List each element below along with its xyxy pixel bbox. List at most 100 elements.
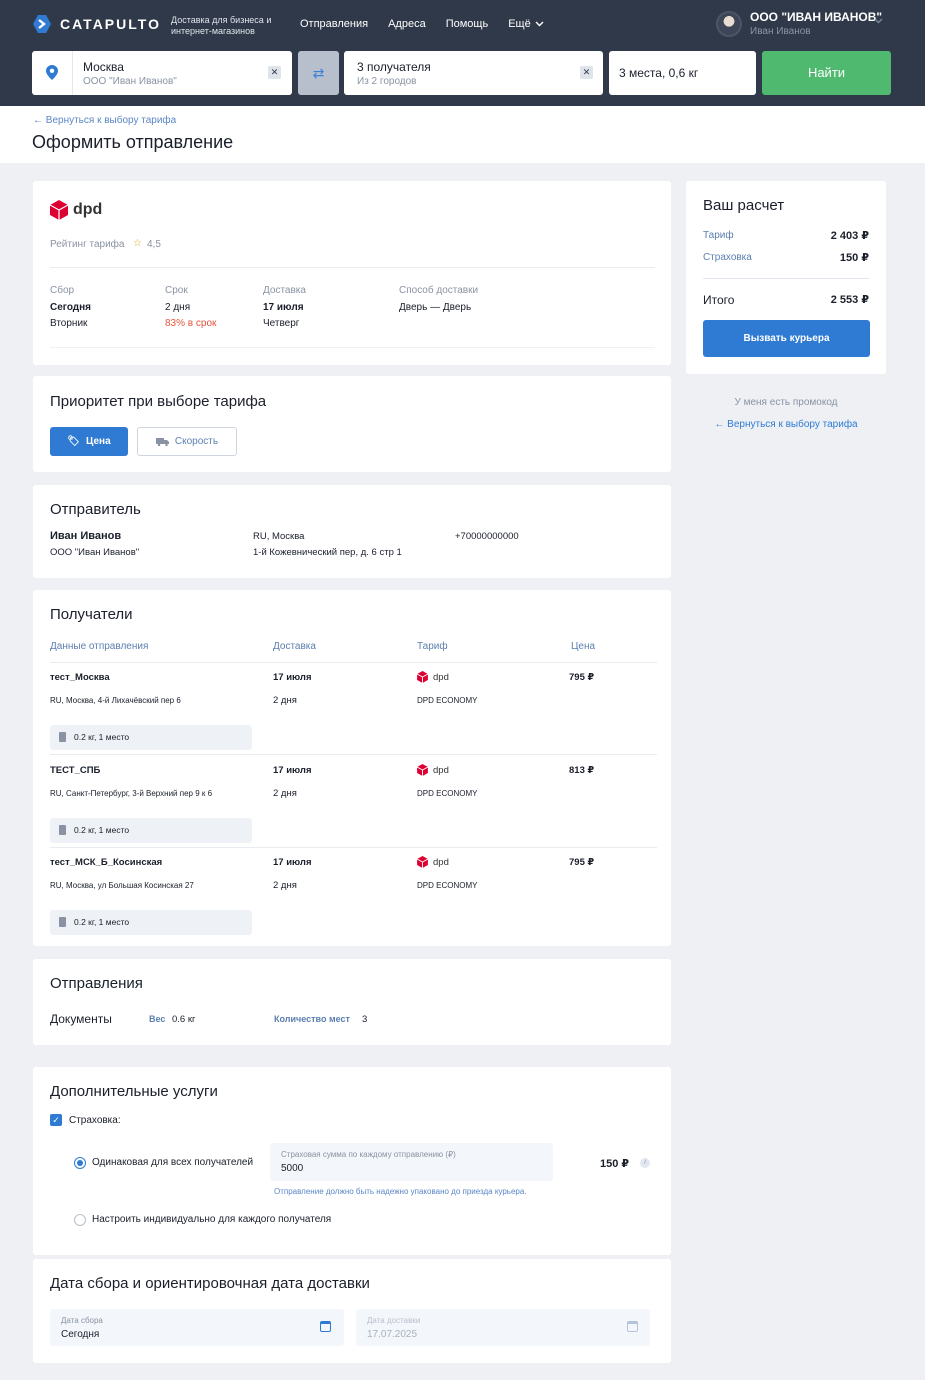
sender-address: 1-й Кожевнический пер, д. 6 стр 1	[253, 547, 402, 558]
pickup-date-field[interactable]: Дата сбора Сегодня	[50, 1309, 344, 1346]
cargo-field[interactable]: 3 места, 0,6 кг	[609, 51, 756, 95]
recipient-name: ТЕСТ_СПБ	[50, 765, 101, 776]
promo-link[interactable]: У меня есть промокод	[686, 397, 886, 408]
weight-value: 0.6 кг	[172, 1014, 196, 1025]
shipment-type: Документы	[50, 1012, 112, 1026]
col-delivery: Доставка	[273, 641, 316, 652]
page-title: Оформить отправление	[32, 132, 234, 152]
main-nav: Отправления Адреса Помощь Ещё	[300, 18, 544, 30]
calc-insurance-label: Страховка	[703, 252, 752, 263]
recipient-term: 2 дня	[273, 695, 297, 706]
priority-price-label: Цена	[86, 436, 111, 447]
term-value: 2 дня	[165, 302, 191, 313]
avatar	[716, 10, 742, 37]
priority-speed-button[interactable]: Скорость	[137, 427, 237, 456]
rating-value: 4,5	[147, 239, 161, 250]
dates-title: Дата сбора и ориентировочная дата достав…	[50, 1275, 370, 1292]
swap-button[interactable]: ⇄	[298, 51, 339, 95]
rating-label: Рейтинг тарифа	[50, 239, 125, 250]
dpd-text: dpd	[433, 856, 449, 868]
recipient-price: 795 ₽	[569, 672, 595, 683]
recipient-address: RU, Москва, ул Большая Косинская 27	[50, 881, 194, 890]
priority-card: Приоритет при выборе тарифа 🏷 Цена Скоро…	[33, 376, 671, 472]
package-badge: 0.2 кг, 1 место	[50, 910, 252, 935]
recipient-delivery: 17 июля	[273, 857, 312, 868]
nav-help[interactable]: Помощь	[446, 18, 489, 30]
dpd-logo: dpd	[417, 856, 449, 868]
clear-from-icon[interactable]: ✕	[268, 66, 281, 79]
delivery-day: Четверг	[263, 318, 300, 329]
recipient-term: 2 дня	[273, 788, 297, 799]
dpd-cube-icon	[417, 671, 428, 683]
dpd-cube-icon	[417, 764, 428, 776]
to-recipients: 3 получателя	[357, 60, 431, 74]
insurance-checkbox[interactable]: ✓	[50, 1114, 62, 1126]
insurance-individual-radio[interactable]	[74, 1214, 86, 1226]
divider	[50, 662, 657, 663]
package-info: 0.2 кг, 1 место	[74, 825, 130, 835]
delivery-label: Доставка	[263, 285, 306, 296]
recipient-term: 2 дня	[273, 880, 297, 891]
sender-title: Отправитель	[50, 501, 141, 518]
delivery-value: 17 июля	[263, 302, 304, 313]
document-icon	[59, 825, 66, 835]
from-company: ООО "Иван Иванов"	[83, 76, 177, 87]
services-title: Дополнительные услуги	[50, 1083, 218, 1100]
ontime-percent: 83% в срок	[165, 318, 217, 329]
recipients-title: Получатели	[50, 606, 133, 623]
from-field[interactable]: Москва ООО "Иван Иванов" ✕	[32, 51, 292, 95]
package-info: 0.2 кг, 1 место	[74, 732, 130, 742]
calc-tariff-value: 2 403 ₽	[830, 230, 869, 242]
pickup-day: Вторник	[50, 318, 88, 329]
dpd-text: dpd	[433, 764, 449, 776]
term-label: Срок	[165, 285, 188, 296]
recipient-name: тест_Москва	[50, 672, 110, 683]
top-bar: CATAPULTO Доставка для бизнеса и интерне…	[0, 0, 925, 106]
dpd-text: dpd	[73, 201, 103, 218]
pickup-date-value: Сегодня	[61, 1329, 100, 1340]
divider	[703, 278, 869, 279]
divider	[50, 847, 657, 848]
star-icon: ☆	[133, 238, 142, 249]
sender-card: Отправитель Иван Иванов ООО "Иван Иванов…	[33, 485, 671, 578]
arrow-left-icon: ←	[33, 115, 43, 126]
divider	[50, 347, 655, 348]
clear-to-icon[interactable]: ✕	[580, 66, 593, 79]
to-field[interactable]: 3 получателя Из 2 городов ✕	[344, 51, 603, 95]
pickup-label: Сбор	[50, 285, 75, 296]
recipient-address: RU, Москва, 4-й Лихачёвский пер 6	[50, 696, 181, 705]
dpd-logo: dpd	[50, 200, 102, 220]
divider	[50, 754, 657, 755]
location-pin-icon	[46, 65, 58, 80]
table-row[interactable]: тест_Москва RU, Москва, 4-й Лихачёвский …	[50, 671, 657, 764]
table-row[interactable]: ТЕСТ_СПБ RU, Санкт-Петербург, 3-й Верхни…	[50, 764, 657, 857]
catapulto-logo[interactable]: CATAPULTO	[32, 14, 161, 34]
insurance-sum-field[interactable]: Страховая сумма по каждому отправлению (…	[270, 1143, 553, 1181]
recipient-tariff: DPD ECONOMY	[417, 696, 478, 705]
info-icon[interactable]: i	[640, 1158, 650, 1168]
back-to-tariffs-link[interactable]: ← Вернуться к выбору тарифа	[33, 115, 176, 126]
nav-addresses[interactable]: Адреса	[388, 18, 426, 30]
dpd-cube-icon	[417, 856, 428, 868]
recipient-name: тест_МСК_Б_Косинская	[50, 857, 163, 868]
insurance-same-radio[interactable]	[74, 1157, 86, 1169]
priority-price-button[interactable]: 🏷 Цена	[50, 427, 128, 456]
insurance-sum-value: 5000	[281, 1163, 304, 1174]
table-row[interactable]: тест_МСК_Б_Косинская RU, Москва, ул Боль…	[50, 856, 657, 949]
method-label: Способ доставки	[399, 285, 479, 296]
find-button[interactable]: Найти	[762, 51, 891, 95]
recipient-tariff: DPD ECONOMY	[417, 789, 478, 798]
nav-shipments[interactable]: Отправления	[300, 18, 368, 30]
pickup-value: Сегодня	[50, 302, 92, 313]
nav-more[interactable]: Ещё	[508, 18, 544, 30]
call-courier-button[interactable]: Вызвать курьера	[703, 320, 870, 357]
sender-name: Иван Иванов	[50, 530, 122, 542]
recipient-address: RU, Санкт-Петербург, 3-й Верхний пер 9 к…	[50, 789, 213, 798]
calc-total-label: Итого	[703, 293, 735, 307]
tagline: Доставка для бизнеса и интернет-магазино…	[171, 15, 272, 36]
sidebar-back-link[interactable]: ← Вернуться к выбору тарифа	[686, 419, 886, 430]
chevron-down-icon	[874, 18, 883, 24]
insurance-same-label: Одинаковая для всех получателей	[92, 1157, 254, 1168]
calendar-icon[interactable]	[320, 1321, 331, 1332]
user-menu[interactable]: ООО "ИВАН ИВАНОВ" Иван Иванов	[716, 10, 883, 37]
